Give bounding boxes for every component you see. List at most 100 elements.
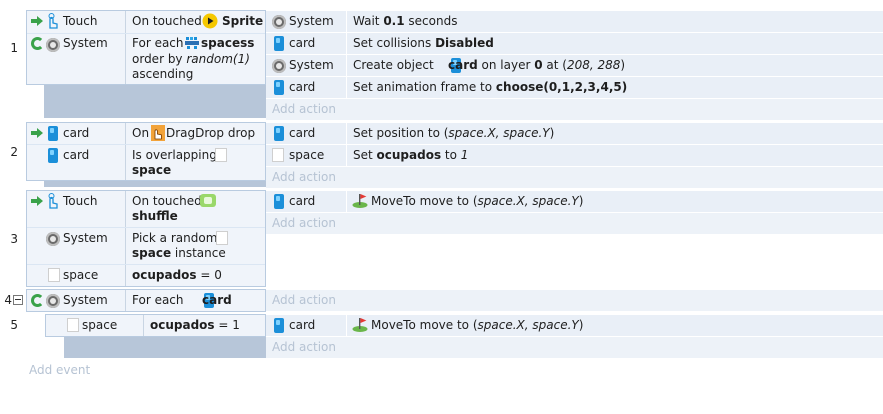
card-icon (274, 36, 284, 51)
column-divider (346, 191, 347, 212)
condition-on-dragdrop-drop[interactable]: card On DragDrop drop (27, 123, 265, 144)
action-text: Set position to (space.X, space.Y) (353, 126, 555, 140)
add-action-link[interactable]: Add action (272, 290, 336, 311)
event-number: 1 (10, 41, 18, 55)
touch-icon (48, 193, 58, 209)
condition-text: On touched (132, 14, 202, 28)
event-number: 2 (10, 145, 18, 159)
object-name: System (63, 36, 108, 50)
card-icon (274, 318, 284, 333)
collapse-toggle[interactable] (13, 295, 23, 305)
object-name: System (63, 231, 108, 245)
condition-for-each-spacess[interactable]: System For each spacess order by random(… (27, 34, 265, 84)
event-number: 3 (10, 232, 18, 246)
event-1-filler (44, 85, 266, 118)
column-divider (125, 265, 126, 286)
add-action-row[interactable]: Add action (266, 290, 883, 311)
condition-line-3: ascending (132, 67, 194, 81)
object-name: card (289, 36, 316, 50)
card-icon (274, 126, 284, 141)
add-event-link[interactable]: Add event (29, 360, 90, 381)
object-name: System (289, 58, 334, 72)
column-divider (346, 315, 347, 336)
condition-line-2: shuffle (132, 209, 178, 223)
condition-for-each-card[interactable]: System For each card (27, 290, 265, 311)
column-divider (125, 191, 126, 227)
condition-ocupados-1[interactable]: space ocupados = 1 (46, 315, 265, 336)
event-5-filler (64, 337, 266, 358)
condition-pick-random[interactable]: System Pick a random space instance (27, 228, 265, 264)
add-action-row[interactable]: Add action (266, 167, 883, 188)
system-gear-icon (46, 293, 60, 308)
action-set-position[interactable]: card Set position to (space.X, space.Y) (266, 123, 883, 144)
add-action-row[interactable]: Add action (266, 213, 883, 234)
green-arrow-icon (31, 128, 43, 138)
condition-text-pre: For each (132, 293, 184, 307)
object-name: Touch (63, 14, 98, 28)
column-divider (125, 228, 126, 264)
condition-text-rest: DragDrop drop (166, 126, 256, 140)
space-icon (216, 231, 228, 245)
column-divider (125, 34, 126, 84)
object-name: card (289, 318, 316, 332)
object-name: System (63, 293, 108, 307)
add-action-row[interactable]: Add action (266, 337, 883, 358)
system-gear-icon (46, 231, 60, 246)
space-icon (48, 268, 60, 282)
condition-on-touched-shuffle[interactable]: Touch On touched shuffle (27, 191, 265, 227)
card-icon (274, 80, 284, 95)
action-wait[interactable]: System Wait 0.1 seconds (266, 11, 883, 32)
condition-on-touched-sprite[interactable]: Touch On touched Sprite (27, 11, 265, 33)
add-action-link[interactable]: Add action (272, 213, 336, 234)
action-set-ocupados[interactable]: space Set ocupados to 1 (266, 145, 883, 166)
action-text-rest: card on layer 0 at (208, 288) (448, 58, 626, 72)
green-arrow-icon (31, 196, 43, 206)
object-name: card (289, 126, 316, 140)
space-icon (67, 318, 79, 332)
loop-icon (31, 37, 44, 50)
action-moveto[interactable]: card MoveTo move to (space.X, space.Y) (266, 191, 883, 212)
action-create-object[interactable]: System Create object card on layer 0 at … (266, 55, 883, 76)
spacess-sprite-icon (185, 37, 199, 49)
condition-line-1: For each (132, 36, 184, 50)
object-name: System (289, 14, 334, 28)
action-text: Set collisions Disabled (353, 36, 494, 50)
column-divider (125, 11, 126, 33)
object-name: space (63, 268, 99, 282)
action-text-pre: Create object (353, 58, 434, 72)
object-name: card (63, 126, 90, 140)
add-action-row[interactable]: Add action (266, 99, 883, 120)
moveto-flag-icon (352, 318, 368, 332)
action-text: MoveTo move to (space.X, space.Y) (371, 318, 584, 332)
condition-ocupados-0[interactable]: space ocupados = 0 (27, 265, 265, 286)
card-icon (48, 148, 58, 163)
loop-icon (31, 294, 44, 307)
column-divider (125, 123, 126, 144)
action-moveto[interactable]: card MoveTo move to (space.X, space.Y) (266, 315, 883, 336)
condition-is-overlapping[interactable]: card Is overlapping space (27, 145, 265, 180)
action-set-animation-frame[interactable]: card Set animation frame to choose(0,1,2… (266, 77, 883, 98)
system-gear-icon (272, 14, 286, 29)
action-text: Set ocupados to 1 (353, 148, 469, 162)
column-divider (346, 55, 347, 76)
column-divider (143, 315, 144, 336)
object-name: space (82, 318, 118, 332)
condition-param: spacess (201, 36, 255, 50)
add-action-link[interactable]: Add action (272, 337, 336, 358)
system-gear-icon (46, 37, 60, 52)
object-name: Touch (63, 194, 98, 208)
space-icon (215, 148, 227, 162)
space-icon (272, 148, 284, 162)
event-number: 5 (10, 318, 18, 332)
object-name: card (289, 194, 316, 208)
action-text: Wait 0.1 seconds (353, 14, 458, 28)
moveto-flag-icon (352, 194, 368, 208)
column-divider (346, 145, 347, 166)
action-set-collisions[interactable]: card Set collisions Disabled (266, 33, 883, 54)
add-action-link[interactable]: Add action (272, 167, 336, 188)
column-divider (125, 290, 126, 311)
green-arrow-icon (31, 16, 43, 26)
add-action-link[interactable]: Add action (272, 99, 336, 120)
touch-icon (48, 13, 58, 29)
action-text: MoveTo move to (space.X, space.Y) (371, 194, 584, 208)
